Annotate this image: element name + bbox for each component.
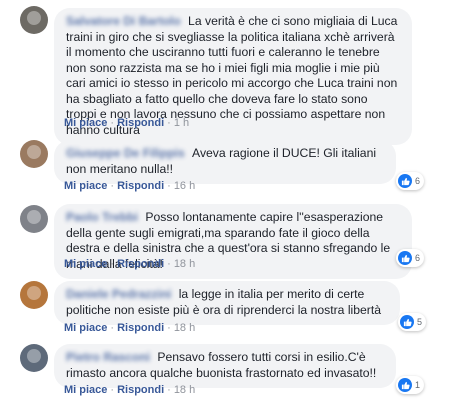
reaction-count[interactable]: 6 — [396, 172, 425, 190]
reaction-number: 6 — [415, 253, 421, 263]
thumbs-up-icon — [398, 378, 412, 392]
comment-actions: Mi piace · Rispondi · 18 h — [64, 322, 196, 334]
reply-link[interactable]: Rispondi — [117, 384, 164, 396]
timestamp[interactable]: 18 h — [174, 384, 195, 396]
reaction-number: 5 — [417, 317, 423, 327]
author-name[interactable]: Pietro Rasconi — [66, 350, 150, 364]
author-name[interactable]: Paolo Trebbi — [66, 210, 138, 224]
timestamp[interactable]: 16 h — [174, 180, 195, 192]
avatar[interactable] — [20, 6, 48, 34]
comment-actions: Mi piace · Rispondi · 18 h — [64, 384, 196, 396]
timestamp[interactable]: 18 h — [174, 322, 195, 334]
reaction-count[interactable]: 5 — [398, 313, 427, 331]
like-link[interactable]: Mi piace — [64, 180, 107, 192]
avatar[interactable] — [20, 281, 48, 309]
reaction-count[interactable]: 1 — [396, 376, 425, 394]
reply-link[interactable]: Rispondi — [117, 322, 164, 334]
timestamp[interactable]: 1 h — [174, 117, 189, 129]
like-link[interactable]: Mi piace — [64, 384, 107, 396]
thumbs-up-icon — [398, 251, 412, 265]
comment-actions: Mi piace · Rispondi · 18 h — [64, 258, 196, 270]
reaction-number: 1 — [415, 380, 421, 390]
timestamp[interactable]: 18 h — [174, 258, 195, 270]
reaction-number: 6 — [415, 176, 421, 186]
comment-actions: Mi piace · Rispondi · 16 h — [64, 180, 196, 192]
like-link[interactable]: Mi piace — [64, 322, 107, 334]
reply-link[interactable]: Rispondi — [117, 117, 164, 129]
thumbs-up-icon — [400, 315, 414, 329]
avatar[interactable] — [20, 344, 48, 372]
reply-link[interactable]: Rispondi — [117, 180, 164, 192]
thumbs-up-icon — [398, 174, 412, 188]
avatar[interactable] — [20, 140, 48, 168]
avatar[interactable] — [20, 205, 48, 233]
author-name[interactable]: Daniele Pedrazzini — [66, 287, 171, 301]
author-name[interactable]: Giuseppe De Filippis — [66, 146, 185, 160]
comment-bubble: Daniele Pedrazzini la legge in italia pe… — [54, 281, 400, 325]
reaction-count[interactable]: 6 — [396, 249, 425, 267]
author-name[interactable]: Salvatore Di Bartolo — [66, 14, 181, 28]
comment-actions: Mi piace · Rispondi · 1 h — [64, 117, 190, 129]
like-link[interactable]: Mi piace — [64, 117, 107, 129]
comment-bubble: Pietro Rasconi Pensavo fossero tutti cor… — [54, 344, 396, 388]
comment-bubble: Giuseppe De Filippis Aveva ragione il DU… — [54, 140, 396, 184]
reply-link[interactable]: Rispondi — [117, 258, 164, 270]
like-link[interactable]: Mi piace — [64, 258, 107, 270]
